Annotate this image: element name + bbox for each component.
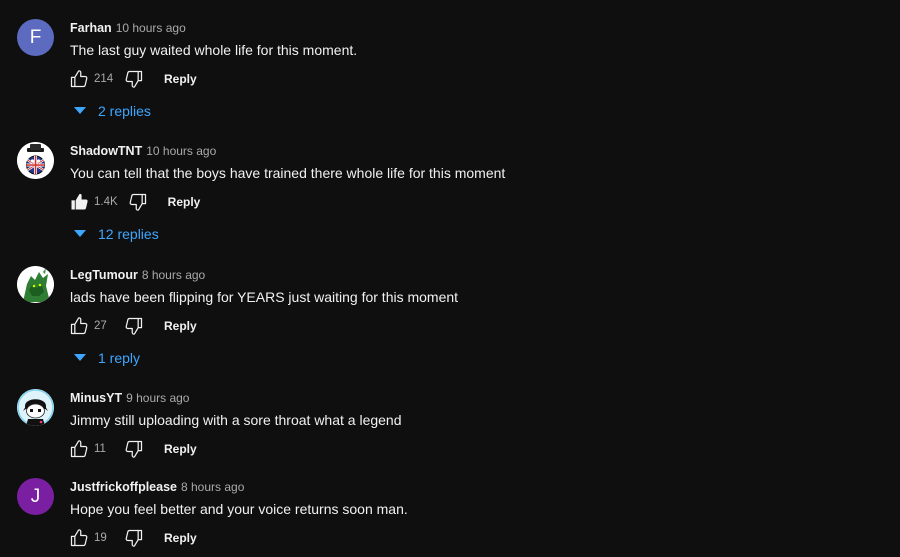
timestamp[interactable]: 8 hours ago	[181, 480, 244, 494]
avatar[interactable]	[17, 142, 54, 179]
thumbs-up-icon	[70, 440, 88, 458]
comment-actions: 27 Reply	[67, 314, 197, 338]
like-count: 27	[94, 320, 107, 332]
dislike-button[interactable]	[122, 526, 146, 550]
cartoon-character-icon	[17, 389, 54, 426]
like-button[interactable]	[67, 526, 91, 550]
comment-actions: 11 Reply	[67, 437, 197, 461]
comment-header: Justfrickoffplease 8 hours ago	[70, 478, 244, 496]
dislike-button[interactable]	[126, 190, 150, 214]
replies-count-label: 2 replies	[98, 103, 151, 119]
thumbs-up-icon	[70, 529, 88, 547]
thumbs-up-icon	[70, 70, 88, 88]
timestamp[interactable]: 9 hours ago	[126, 391, 189, 405]
comment-text: You can tell that the boys have trained …	[70, 165, 506, 181]
caret-down-icon	[74, 353, 88, 363]
thumbs-down-icon	[125, 440, 143, 458]
comment-header: Farhan 10 hours ago	[70, 19, 186, 37]
author-name[interactable]: ShadowTNT	[70, 144, 142, 158]
reply-button[interactable]: Reply	[164, 72, 197, 86]
thumbs-down-icon	[125, 70, 143, 88]
replies-count-label: 12 replies	[98, 226, 159, 242]
comment-text: Jimmy still uploading with a sore throat…	[70, 412, 402, 428]
avatar[interactable]: F	[17, 19, 54, 56]
caret-down-icon	[74, 106, 88, 116]
dislike-button[interactable]	[122, 314, 146, 338]
dislike-button[interactable]	[122, 67, 146, 91]
thumbs-down-icon	[129, 193, 146, 211]
dislike-button[interactable]	[122, 437, 146, 461]
comment-actions: 19 Reply	[67, 526, 197, 550]
reply-button[interactable]: Reply	[164, 531, 197, 545]
author-name[interactable]: Justfrickoffplease	[70, 480, 177, 494]
view-replies-button[interactable]: 1 reply	[74, 347, 140, 369]
avatar[interactable]	[17, 266, 54, 303]
reply-button[interactable]: Reply	[168, 195, 201, 209]
avatar[interactable]	[17, 389, 54, 426]
comment-header: MinusYT 9 hours ago	[70, 389, 189, 407]
comment-text: Hope you feel better and your voice retu…	[70, 501, 408, 517]
caret-down-icon	[74, 229, 88, 239]
timestamp[interactable]: 10 hours ago	[116, 21, 186, 35]
timestamp[interactable]: 10 hours ago	[146, 144, 216, 158]
reply-button[interactable]: Reply	[164, 319, 197, 333]
thumbs-down-icon	[125, 529, 143, 547]
comment-actions: 1.4K Reply	[67, 190, 200, 214]
author-name[interactable]: Farhan	[70, 21, 112, 35]
like-button[interactable]	[67, 314, 91, 338]
like-button[interactable]	[67, 190, 91, 214]
top-hat-union-jack-ball-icon	[17, 142, 54, 179]
view-replies-button[interactable]: 12 replies	[74, 223, 159, 245]
replies-count-label: 1 reply	[98, 350, 141, 366]
reply-button[interactable]: Reply	[164, 442, 197, 456]
like-button[interactable]	[67, 67, 91, 91]
comment-header: ShadowTNT 10 hours ago	[70, 142, 216, 160]
comment-text: The last guy waited whole life for this …	[70, 42, 358, 58]
author-name[interactable]: MinusYT	[70, 391, 122, 405]
view-replies-button[interactable]: 2 replies	[74, 100, 151, 122]
avatar-letter: J	[30, 485, 41, 507]
comment-text: lads have been flipping for YEARS just w…	[70, 289, 459, 305]
like-button[interactable]	[67, 437, 91, 461]
like-count: 1.4K	[94, 196, 118, 208]
timestamp[interactable]: 8 hours ago	[142, 268, 205, 282]
like-count: 19	[94, 532, 107, 544]
like-count: 11	[94, 443, 106, 455]
like-count: 214	[94, 73, 114, 85]
avatar[interactable]: J	[17, 478, 54, 515]
comments-section: F Farhan 10 hours ago The last guy waited…	[0, 0, 900, 557]
comment-header: LegTumour 8 hours ago	[70, 266, 205, 284]
thumbs-up-filled-icon	[71, 193, 88, 210]
thumbs-up-icon	[70, 317, 88, 335]
avatar-letter: F	[29, 26, 42, 48]
author-name[interactable]: LegTumour	[70, 268, 138, 282]
green-creature-icon	[17, 266, 54, 303]
thumbs-down-icon	[125, 317, 143, 335]
comment-actions: 214 Reply	[67, 67, 197, 91]
